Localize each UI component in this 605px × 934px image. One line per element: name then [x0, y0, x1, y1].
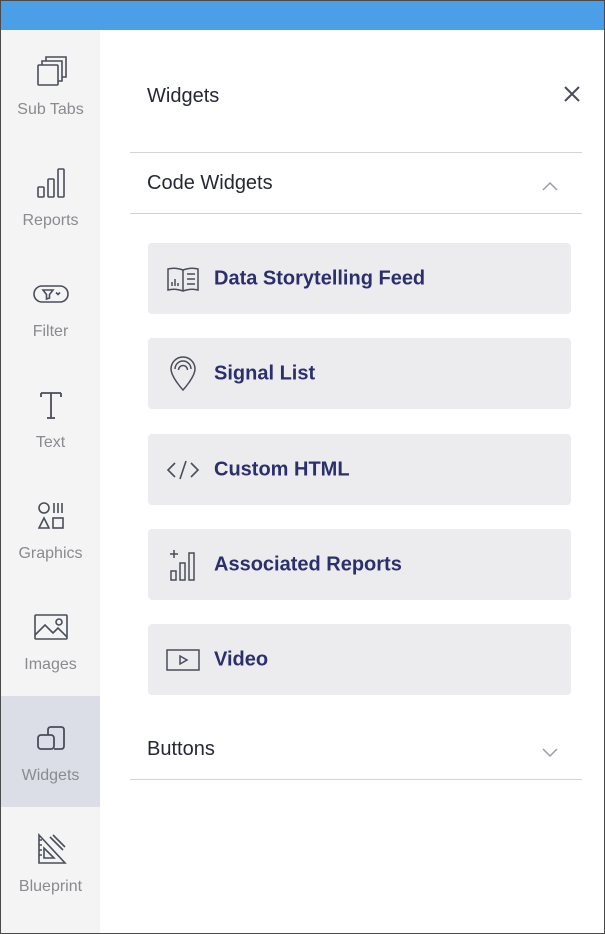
- rail-item-label: Widgets: [21, 767, 80, 784]
- close-button[interactable]: [560, 82, 584, 106]
- rail-item-label: Images: [24, 656, 77, 673]
- divider: [130, 152, 582, 153]
- widgets-icon: [31, 718, 71, 758]
- storytelling-feed-icon: [164, 260, 202, 298]
- rail-item-label: Reports: [22, 212, 79, 229]
- app-frame: Sub Tabs Reports Filter Text Graphics Im…: [0, 0, 605, 934]
- widget-label: Associated Reports: [214, 553, 402, 575]
- chevron-down-icon: [542, 748, 558, 758]
- rail-item-widgets[interactable]: Widgets: [1, 696, 100, 807]
- reports-icon: [31, 163, 71, 203]
- divider: [130, 213, 582, 214]
- widget-card-associated-reports[interactable]: Associated Reports: [148, 529, 571, 600]
- text-icon: [31, 385, 71, 425]
- collapse-code-widgets-button[interactable]: [540, 176, 560, 196]
- top-accent-bar: [1, 1, 604, 30]
- rail-item-label: Sub Tabs: [17, 101, 84, 118]
- rail-item-images[interactable]: Images: [1, 585, 100, 696]
- associated-reports-icon: [164, 546, 202, 584]
- widget-card-data-storytelling-feed[interactable]: Data Storytelling Feed: [148, 243, 571, 314]
- widgets-panel: Widgets Code Widgets Data Storytelling F…: [100, 30, 604, 933]
- rail-item-graphics[interactable]: Graphics: [1, 474, 100, 585]
- section-title-buttons[interactable]: Buttons: [147, 738, 215, 761]
- blueprint-icon: [31, 829, 71, 869]
- widget-label: Data Storytelling Feed: [214, 267, 426, 289]
- divider: [130, 779, 582, 780]
- rail-item-label: Blueprint: [18, 878, 83, 895]
- graphics-icon: [31, 496, 71, 536]
- close-icon: [564, 86, 580, 102]
- code-brackets-icon: [164, 451, 202, 489]
- video-play-icon: [164, 641, 202, 679]
- rail-item-reports[interactable]: Reports: [1, 141, 100, 252]
- chevron-up-icon: [542, 181, 558, 191]
- sub-tabs-icon: [31, 52, 71, 92]
- expand-buttons-button[interactable]: [540, 742, 560, 762]
- widget-card-signal-list[interactable]: Signal List: [148, 338, 571, 409]
- rail-item-label: Text: [35, 434, 66, 451]
- rail-item-blueprint[interactable]: Blueprint: [1, 807, 100, 918]
- rail-item-text[interactable]: Text: [1, 363, 100, 474]
- rail-item-filter[interactable]: Filter: [1, 252, 100, 363]
- widget-label: Video: [214, 648, 269, 670]
- rail-item-label: Filter: [32, 323, 69, 340]
- widget-card-video[interactable]: Video: [148, 624, 571, 695]
- rail-item-sub-tabs[interactable]: Sub Tabs: [1, 30, 100, 141]
- widget-label: Signal List: [214, 362, 316, 384]
- panel-title: Widgets: [147, 85, 220, 107]
- images-icon: [31, 607, 71, 647]
- widget-card-custom-html[interactable]: Custom HTML: [148, 434, 571, 505]
- widget-label: Custom HTML: [214, 458, 350, 480]
- signal-pin-icon: [164, 355, 202, 393]
- rail-item-label: Graphics: [18, 545, 83, 562]
- filter-icon: [31, 274, 71, 314]
- left-rail: Sub Tabs Reports Filter Text Graphics Im…: [1, 30, 100, 933]
- section-title-code-widgets[interactable]: Code Widgets: [147, 172, 273, 195]
